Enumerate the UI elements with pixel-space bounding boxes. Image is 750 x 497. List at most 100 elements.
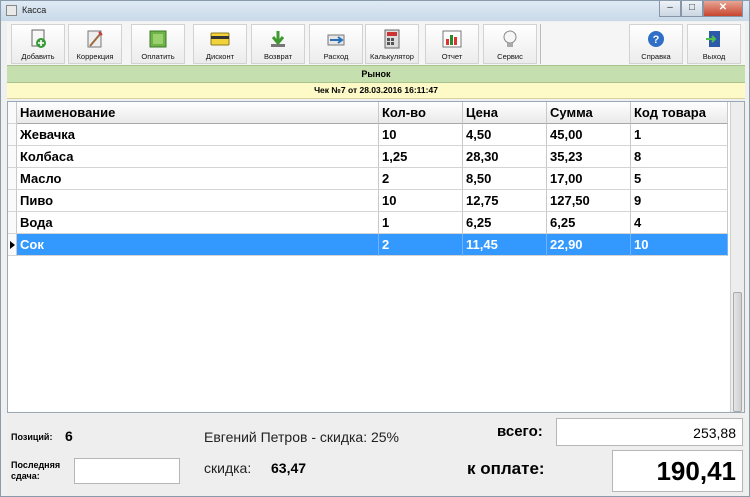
report-chart-icon — [442, 30, 462, 48]
cell-qty[interactable]: 2 — [379, 168, 463, 190]
cell-sum[interactable]: 17,00 — [547, 168, 631, 190]
cell-name[interactable]: Колбаса — [17, 146, 379, 168]
svg-text:?: ? — [653, 34, 660, 46]
title-bar: Касса – □ ✕ — [1, 1, 749, 21]
cell-code[interactable]: 5 — [631, 168, 728, 190]
cell-name[interactable]: Пиво — [17, 190, 379, 212]
cell-code[interactable]: 1 — [631, 124, 728, 146]
cash-register-window: Касса – □ ✕ Добавить Коррекция Оплатить … — [0, 0, 750, 497]
exit-icon — [706, 31, 720, 47]
positions-label: Позиций: — [11, 432, 53, 442]
table-row[interactable]: Жевачка 10 4,50 45,00 1 — [8, 124, 728, 146]
cell-price[interactable]: 6,25 — [463, 212, 547, 234]
app-icon — [6, 5, 17, 16]
cell-sum[interactable]: 35,23 — [547, 146, 631, 168]
help-button[interactable]: ? Справка — [629, 24, 683, 64]
add-document-icon — [31, 29, 46, 48]
close-button[interactable]: ✕ — [703, 1, 743, 17]
cell-price[interactable]: 8,50 — [463, 168, 547, 190]
report-button[interactable]: Отчет — [425, 24, 479, 64]
to-pay-label: к оплате: — [467, 459, 545, 478]
pay-button[interactable]: Оплатить — [131, 24, 185, 64]
cell-name[interactable]: Жевачка — [17, 124, 379, 146]
add-button-label: Добавить — [21, 52, 55, 61]
table-header-row: Наименование Кол-во Цена Сумма Код товар… — [8, 102, 728, 124]
cell-code[interactable]: 8 — [631, 146, 728, 168]
table-row[interactable]: Сок 2 11,45 22,90 10 — [8, 234, 728, 256]
discount-card-icon — [210, 32, 230, 46]
footer-panel: Позиций: 6 Последняя сдача: Евгений Петр… — [7, 414, 745, 496]
column-header-sum[interactable]: Сумма — [547, 102, 631, 124]
pay-icon — [149, 30, 167, 48]
correction-icon — [87, 30, 103, 48]
cell-qty[interactable]: 1 — [379, 212, 463, 234]
window-controls: – □ ✕ — [659, 1, 743, 17]
last-change-label: Последняя сдача: — [11, 460, 61, 481]
help-button-label: Справка — [641, 52, 671, 61]
service-button-label: Сервис — [497, 52, 523, 61]
cell-qty[interactable]: 10 — [379, 124, 463, 146]
cell-price[interactable]: 11,45 — [463, 234, 547, 256]
total-label: всего: — [497, 423, 543, 440]
last-change-field — [74, 458, 180, 484]
table-row[interactable]: Пиво 10 12,75 127,50 9 — [8, 190, 728, 212]
correction-button-label: Коррекция — [76, 52, 114, 61]
calculator-icon — [384, 29, 400, 49]
cell-code[interactable]: 4 — [631, 212, 728, 234]
cell-price[interactable]: 12,75 — [463, 190, 547, 212]
to-pay-field: 190,41 — [612, 450, 743, 492]
column-header-name[interactable]: Наименование — [17, 102, 379, 124]
column-header-qty[interactable]: Кол-во — [379, 102, 463, 124]
cell-qty[interactable]: 10 — [379, 190, 463, 212]
shop-name-band: Рынок — [7, 65, 745, 83]
header-indicator — [8, 102, 17, 124]
cell-code[interactable]: 10 — [631, 234, 728, 256]
return-button[interactable]: Возврат — [251, 24, 305, 64]
column-header-price[interactable]: Цена — [463, 102, 547, 124]
report-button-label: Отчет — [441, 52, 463, 61]
maximize-button[interactable]: □ — [681, 1, 703, 17]
cell-qty[interactable]: 1,25 — [379, 146, 463, 168]
exit-button-label: Выход — [702, 52, 726, 61]
check-title-band: Чек №7 от 28.03.2016 16:11:47 — [7, 83, 745, 99]
discount-value: 63,47 — [271, 460, 307, 476]
return-button-label: Возврат — [263, 52, 293, 61]
table-row[interactable]: Масло 2 8,50 17,00 5 — [8, 168, 728, 190]
cell-code[interactable]: 9 — [631, 190, 728, 212]
positions-value: 6 — [65, 428, 73, 444]
cell-sum[interactable]: 127,50 — [547, 190, 631, 212]
correction-button[interactable]: Коррекция — [68, 24, 122, 64]
customer-discount-info: Евгений Петров - скидка: 25% — [204, 429, 400, 445]
table-row[interactable]: Вода 1 6,25 6,25 4 — [8, 212, 728, 234]
cell-sum[interactable]: 22,90 — [547, 234, 631, 256]
discount-label: скидка: — [204, 460, 252, 476]
cell-sum[interactable]: 45,00 — [547, 124, 631, 146]
vertical-scrollbar[interactable] — [730, 102, 744, 412]
add-button[interactable]: Добавить — [11, 24, 65, 64]
cell-name[interactable]: Вода — [17, 212, 379, 234]
column-header-code[interactable]: Код товара — [631, 102, 728, 124]
to-pay-value: 190,41 — [656, 456, 736, 486]
total-value: 253,88 — [693, 425, 736, 441]
service-button[interactable]: Сервис — [483, 24, 537, 64]
exit-button[interactable]: Выход — [687, 24, 741, 64]
minimize-button[interactable]: – — [659, 1, 681, 17]
return-arrow-icon — [271, 31, 285, 47]
expense-icon — [327, 34, 345, 46]
discount-button[interactable]: Дисконт — [193, 24, 247, 64]
cell-price[interactable]: 4,50 — [463, 124, 547, 146]
help-icon: ? — [648, 31, 664, 47]
expense-button-label: Расход — [323, 52, 349, 61]
total-field: 253,88 — [556, 418, 743, 446]
cell-price[interactable]: 28,30 — [463, 146, 547, 168]
cell-qty[interactable]: 2 — [379, 234, 463, 256]
calculator-button[interactable]: Калькулятор — [365, 24, 419, 64]
lightbulb-icon — [503, 30, 517, 47]
cell-sum[interactable]: 6,25 — [547, 212, 631, 234]
scrollbar-thumb[interactable] — [733, 292, 742, 412]
expense-button[interactable]: Расход — [309, 24, 363, 64]
receipt-items-table: Наименование Кол-во Цена Сумма Код товар… — [7, 101, 745, 413]
cell-name[interactable]: Масло — [17, 168, 379, 190]
table-row[interactable]: Колбаса 1,25 28,30 35,23 8 — [8, 146, 728, 168]
cell-name[interactable]: Сок — [17, 234, 379, 256]
